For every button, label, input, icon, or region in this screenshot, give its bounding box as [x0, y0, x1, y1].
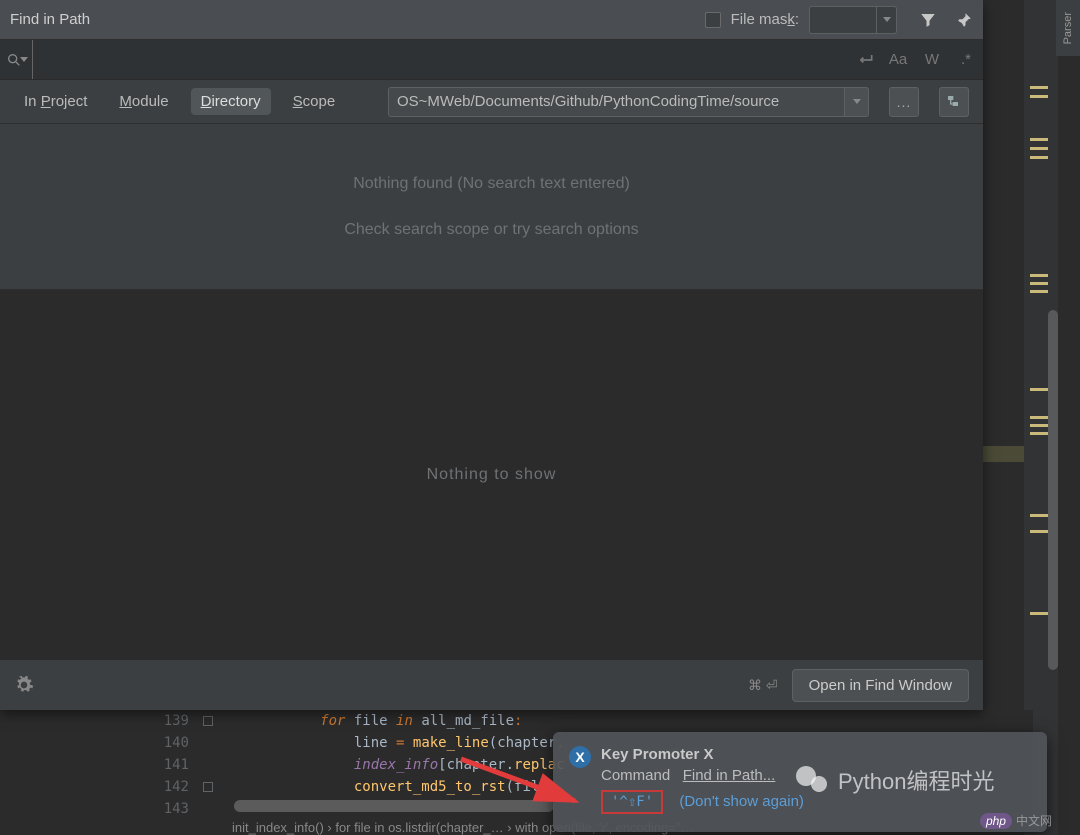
pin-icon[interactable]	[955, 11, 973, 29]
gutter-mark[interactable]	[1030, 147, 1048, 150]
gutter-mark[interactable]	[1030, 156, 1048, 159]
gutter-mark[interactable]	[1030, 416, 1048, 419]
chevron-down-icon	[853, 99, 861, 104]
file-mask-checkbox[interactable]	[705, 12, 721, 28]
key-promoter-icon: X	[569, 746, 591, 768]
preview-empty-message: Nothing to show	[427, 466, 557, 484]
newline-icon[interactable]	[855, 50, 875, 70]
popup-command-link[interactable]: Find in Path...	[683, 767, 776, 784]
footer-shortcut-hint: ⌘ ⏎	[748, 677, 778, 694]
gutter-mark[interactable]	[1030, 530, 1048, 533]
file-mask-dropdown[interactable]	[877, 6, 897, 34]
horizontal-scrollbar[interactable]	[234, 800, 554, 812]
file-mask-label: File mask:	[731, 11, 799, 28]
scope-tab-directory[interactable]: Directory	[191, 88, 271, 115]
file-mask-input[interactable]	[809, 6, 877, 34]
vertical-scrollbar-thumb[interactable]	[1048, 310, 1058, 670]
results-panel: Nothing found (No search text entered) C…	[0, 124, 983, 290]
gutter-mark[interactable]	[1030, 282, 1048, 285]
search-history-dropdown-icon	[20, 57, 28, 62]
browse-directory-button[interactable]: ...	[889, 87, 919, 117]
parser-toolwindow-label: Parser	[1062, 12, 1074, 44]
popup-dont-show-link[interactable]: (Don't show again)	[679, 793, 804, 810]
popup-shortcut: '^⇧F'	[601, 790, 663, 814]
words-toggle[interactable]: W	[921, 51, 943, 68]
line-number: 142	[153, 779, 197, 795]
gear-icon[interactable]	[14, 675, 34, 695]
dialog-footer: ⌘ ⏎ Open in Find Window	[0, 660, 983, 710]
match-case-toggle[interactable]: Aa	[887, 51, 909, 68]
fold-icon[interactable]	[203, 782, 213, 792]
popup-title: Key Promoter X	[601, 746, 1031, 763]
gutter-mark[interactable]	[1030, 612, 1048, 615]
search-input[interactable]	[32, 40, 847, 79]
directory-path-combo[interactable]: OS~MWeb/Documents/Github/PythonCodingTim…	[388, 87, 869, 117]
results-hint-message: Check search scope or try search options	[344, 221, 638, 239]
search-icon[interactable]	[6, 49, 28, 71]
code-content[interactable]: for file in all_md_file:	[219, 713, 1033, 729]
line-number: 141	[153, 757, 197, 773]
search-row: Aa W .*	[0, 40, 983, 80]
find-in-path-dialog: Find in Path File mask: Aa W .*	[0, 0, 983, 710]
directory-path-dropdown[interactable]	[845, 87, 869, 117]
gutter-mark[interactable]	[1030, 424, 1048, 427]
gutter-mark[interactable]	[1030, 95, 1048, 98]
line-number: 139	[153, 713, 197, 729]
scope-tab-module[interactable]: Module	[109, 88, 178, 115]
regex-toggle[interactable]: .*	[955, 51, 977, 68]
recursive-toggle-button[interactable]	[939, 87, 969, 117]
fold-gutter[interactable]	[197, 716, 219, 726]
gutter-mark[interactable]	[1030, 290, 1048, 293]
filter-icon[interactable]	[919, 11, 937, 29]
scope-tab-project[interactable]: In Project	[14, 88, 97, 115]
gutter-mark[interactable]	[1030, 138, 1048, 141]
dialog-title: Find in Path	[10, 11, 705, 28]
fold-gutter[interactable]	[197, 782, 219, 792]
dialog-header: Find in Path File mask:	[0, 0, 983, 40]
line-number: 140	[153, 735, 197, 751]
line-number: 143	[153, 801, 197, 817]
gutter-mark[interactable]	[1030, 274, 1048, 277]
scope-tab-scope[interactable]: Scope	[283, 88, 346, 115]
results-empty-message: Nothing found (No search text entered)	[353, 175, 630, 193]
editor-line[interactable]: 139 for file in all_md_file:	[153, 710, 1033, 732]
chevron-down-icon	[883, 17, 891, 22]
file-mask-combo[interactable]	[809, 6, 897, 34]
popup-command-line: Command Find in Path...	[601, 767, 1031, 784]
open-in-find-window-button[interactable]: Open in Find Window	[792, 669, 969, 702]
key-promoter-popup: X Key Promoter X Command Find in Path...…	[553, 732, 1047, 832]
gutter-mark[interactable]	[1030, 514, 1048, 517]
scope-row: In Project Module Directory Scope OS~MWe…	[0, 80, 983, 124]
directory-path-input[interactable]: OS~MWeb/Documents/Github/PythonCodingTim…	[388, 87, 845, 117]
preview-panel: Nothing to show	[0, 290, 983, 660]
parser-toolwindow-tab[interactable]: Parser	[1056, 0, 1080, 56]
gutter-mark[interactable]	[1030, 388, 1048, 391]
gutter-mark[interactable]	[1030, 86, 1048, 89]
gutter-mark[interactable]	[1030, 432, 1048, 435]
fold-icon[interactable]	[203, 716, 213, 726]
